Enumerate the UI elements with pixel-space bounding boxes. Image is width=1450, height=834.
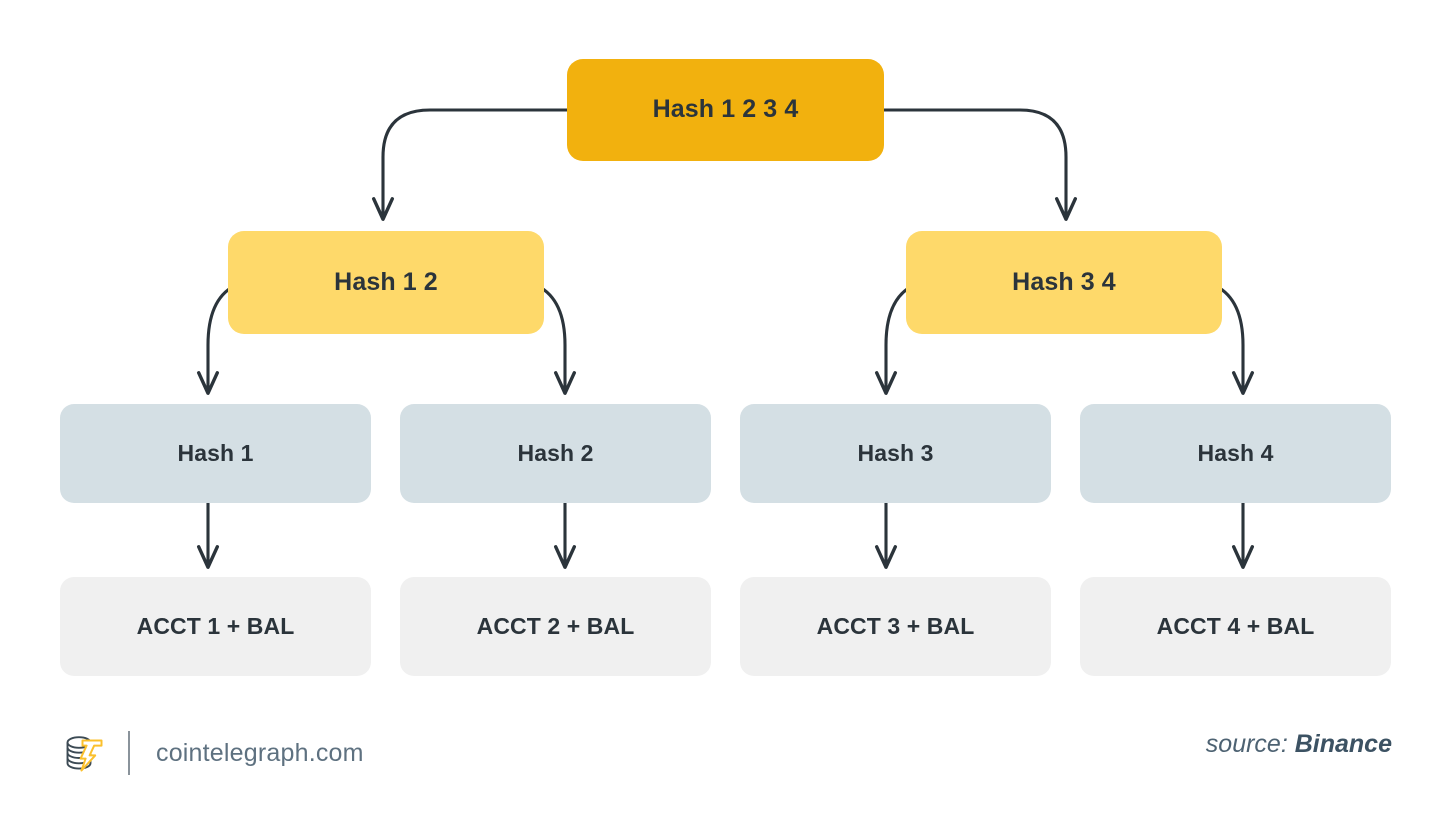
footer-source-name: Binance: [1294, 730, 1392, 758]
footer-site-url: cointelegraph.com: [156, 738, 364, 767]
node-label: ACCT 4 + BAL: [1156, 612, 1315, 639]
node-label: ACCT 3 + BAL: [816, 612, 975, 639]
node-acct-3[interactable]: ACCT 3 + BAL: [740, 577, 1051, 676]
node-hash-2[interactable]: Hash 2: [400, 404, 711, 503]
node-hash-4[interactable]: Hash 4: [1080, 404, 1391, 503]
footer-source-prefix: source:: [1205, 730, 1288, 758]
node-label: Hash 2: [517, 439, 594, 466]
node-label: ACCT 1 + BAL: [136, 612, 295, 639]
node-label: Hash 1: [177, 439, 254, 466]
node-hash-3-4[interactable]: Hash 3 4: [906, 231, 1222, 334]
node-label: Hash 4: [1197, 439, 1274, 466]
footer-branding: cointelegraph.com: [60, 726, 364, 780]
diagram-page: Hash 1 2 3 4 Hash 1 2 Hash 3 4 Hash 1 Ha…: [0, 0, 1450, 834]
edge-root-to-hash12: [371, 108, 567, 221]
footer-divider: [128, 731, 130, 775]
node-label: Hash 3 4: [1012, 267, 1116, 296]
node-hash-1-2[interactable]: Hash 1 2: [228, 231, 544, 334]
node-hash-1-2-3-4[interactable]: Hash 1 2 3 4: [567, 59, 884, 161]
footer-source: source: Binance: [1206, 730, 1392, 759]
cointelegraph-coins-logo-icon: [60, 730, 106, 776]
node-acct-4[interactable]: ACCT 4 + BAL: [1080, 577, 1391, 676]
merkle-tree-diagram: Hash 1 2 3 4 Hash 1 2 Hash 3 4 Hash 1 Ha…: [0, 0, 1450, 700]
node-hash-1[interactable]: Hash 1: [60, 404, 371, 503]
node-label: ACCT 2 + BAL: [476, 612, 635, 639]
node-acct-2[interactable]: ACCT 2 + BAL: [400, 577, 711, 676]
node-hash-3[interactable]: Hash 3: [740, 404, 1051, 503]
edge-root-to-hash34: [884, 108, 1078, 221]
node-label: Hash 3: [857, 439, 934, 466]
footer: cointelegraph.com source: Binance: [0, 700, 1450, 834]
node-acct-1[interactable]: ACCT 1 + BAL: [60, 577, 371, 676]
node-label: Hash 1 2: [334, 267, 438, 296]
node-label: Hash 1 2 3 4: [652, 95, 799, 124]
